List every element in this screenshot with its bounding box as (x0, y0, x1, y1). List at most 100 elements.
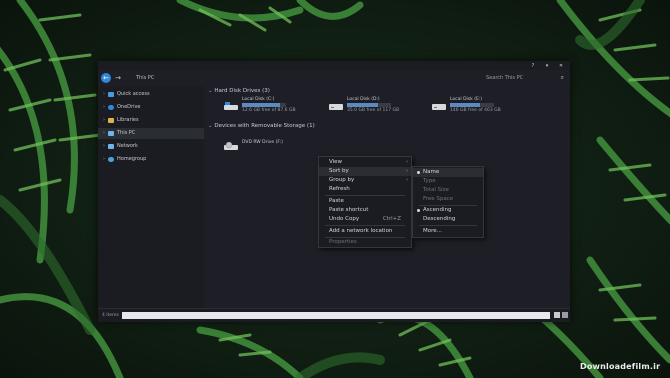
menu-item-group-by[interactable]: Group by › (319, 176, 411, 185)
group-header-removable-storage[interactable]: ⌄ Devices with Removable Storage (1) (208, 122, 315, 130)
sort-option-name[interactable]: Name (413, 168, 483, 177)
menu-item-paste-shortcut[interactable]: Paste shortcut (319, 206, 411, 215)
network-icon (108, 144, 114, 149)
menu-item-sort-by[interactable]: Sort by › (319, 167, 411, 176)
back-button[interactable]: ← (101, 73, 111, 83)
sidebar-item-homegroup[interactable]: › Homegroup (98, 154, 204, 165)
chevron-right-icon: › (406, 177, 408, 183)
sidebar-item-libraries[interactable]: › Libraries (98, 115, 204, 126)
drive-free-space: 146 GB free of 463 GB (450, 108, 501, 113)
chevron-right-icon[interactable]: › (103, 115, 105, 126)
forward-button[interactable]: → (113, 73, 123, 83)
title-bar: ? ▾ ✕ (98, 61, 570, 70)
menu-item-label: Refresh (329, 186, 350, 192)
large-icons-view-icon[interactable] (562, 312, 568, 318)
menu-item-label: Undo Copy (329, 216, 360, 222)
menu-item-properties[interactable]: Properties (319, 238, 411, 247)
drive-item-f[interactable]: DVD RW Drive (F:) (224, 137, 324, 155)
group-header-label: Hard Disk Drives (3) (214, 88, 270, 94)
horizontal-scrollbar[interactable] (122, 312, 550, 319)
sort-by-submenu: Name Type Total Size Free Space Ascendin… (412, 166, 484, 238)
drive-usage-fill (242, 103, 280, 107)
help-button[interactable]: ? (528, 62, 538, 70)
drive-name: DVD RW Drive (F:) (242, 140, 283, 145)
menu-item-label: Sort by (329, 168, 349, 174)
menu-separator (325, 225, 405, 226)
chevron-right-icon[interactable]: › (103, 154, 105, 165)
menu-item-label: Group by (329, 177, 355, 183)
star-icon (108, 92, 114, 97)
menu-item-label: Free Space (423, 196, 454, 202)
address-bar: ← → This PC Search This PC ⌕ (98, 70, 570, 86)
drive-item-d[interactable]: Local Disk (D:) 35.0 GB free of 117 GB (329, 97, 429, 115)
cloud-icon (108, 105, 114, 110)
sort-option-more[interactable]: More... (413, 227, 483, 236)
sidebar-item-label: Quick access (117, 91, 150, 97)
menu-item-label: Ascending (423, 207, 452, 213)
sidebar-item-label: OneDrive (117, 104, 141, 110)
chevron-right-icon[interactable]: › (103, 102, 105, 113)
chevron-right-icon[interactable]: › (103, 89, 105, 100)
radio-bullet-icon (417, 209, 420, 212)
sort-option-type[interactable]: Type (413, 177, 483, 186)
sidebar-item-this-pc[interactable]: › This PC (98, 128, 204, 139)
windows-drive-icon (224, 102, 238, 110)
drive-usage-bar (347, 103, 391, 107)
breadcrumb[interactable]: This PC (136, 74, 154, 82)
hard-drive-icon (329, 104, 343, 110)
menu-item-view[interactable]: View › (319, 158, 411, 167)
sidebar-item-network[interactable]: › Network (98, 141, 204, 152)
minimize-button[interactable]: ▾ (542, 62, 552, 70)
chevron-right-icon: › (406, 159, 408, 165)
group-header-hard-disk-drives[interactable]: ⌄ Hard Disk Drives (3) (208, 87, 270, 95)
drive-free-space: 12.6 GB free of 87.6 GB (242, 108, 296, 113)
menu-item-add-network-location[interactable]: Add a network location (319, 227, 411, 236)
navigation-pane: › Quick access › OneDrive › Libraries › … (98, 86, 204, 308)
chevron-right-icon: › (406, 168, 408, 174)
sidebar-item-label: Homegroup (117, 156, 147, 162)
menu-item-undo-copy[interactable]: Undo Copy Ctrl+Z (319, 215, 411, 224)
chevron-right-icon[interactable]: › (103, 128, 105, 139)
menu-item-paste[interactable]: Paste (319, 197, 411, 206)
group-header-label: Devices with Removable Storage (1) (214, 123, 315, 129)
monitor-icon (108, 131, 114, 136)
menu-item-shortcut: Ctrl+Z (382, 216, 401, 222)
menu-item-label: Add a network location (329, 228, 393, 234)
drive-usage-bar (242, 103, 286, 107)
sort-option-total-size[interactable]: Total Size (413, 186, 483, 195)
drive-usage-fill (450, 103, 480, 107)
menu-separator (419, 225, 477, 226)
search-placeholder: Search This PC (486, 75, 524, 81)
drive-item-e[interactable]: Local Disk (E:) 146 GB free of 463 GB (432, 97, 532, 115)
menu-item-label: View (329, 159, 343, 165)
search-input[interactable]: Search This PC ⌕ (486, 74, 566, 82)
menu-item-label: Descending (423, 216, 456, 222)
item-count: 4 items (102, 313, 119, 318)
menu-item-label: Total Size (423, 187, 449, 193)
arrow-left-icon: ← (103, 74, 109, 82)
details-view-icon[interactable] (554, 312, 560, 318)
sidebar-item-quick-access[interactable]: › Quick access (98, 89, 204, 100)
radio-bullet-icon (417, 171, 420, 174)
sort-option-ascending[interactable]: Ascending (413, 206, 483, 215)
context-menu: View › Sort by › Group by › Refresh Past… (318, 156, 412, 248)
close-button[interactable]: ✕ (556, 62, 566, 70)
menu-item-label: Paste shortcut (329, 207, 369, 213)
status-bar: 4 items (98, 308, 570, 322)
sidebar-item-label: Network (117, 143, 138, 149)
menu-item-label: Type (423, 178, 436, 184)
menu-item-label: More... (423, 228, 442, 234)
arrow-right-icon: → (115, 74, 121, 82)
hard-drive-icon (432, 104, 446, 110)
folder-icon (108, 118, 114, 123)
sort-option-descending[interactable]: Descending (413, 215, 483, 224)
sidebar-item-onedrive[interactable]: › OneDrive (98, 102, 204, 113)
menu-item-refresh[interactable]: Refresh (319, 185, 411, 194)
watermark-text: Downloadefilm.ir (580, 362, 661, 371)
sort-option-free-space[interactable]: Free Space (413, 195, 483, 204)
drive-item-c[interactable]: Local Disk (C:) 12.6 GB free of 87.6 GB (224, 97, 324, 115)
chevron-right-icon[interactable]: › (103, 141, 105, 152)
search-icon[interactable]: ⌕ (561, 74, 564, 82)
drive-free-space: 35.0 GB free of 117 GB (347, 108, 400, 113)
sidebar-item-label: This PC (117, 130, 136, 136)
